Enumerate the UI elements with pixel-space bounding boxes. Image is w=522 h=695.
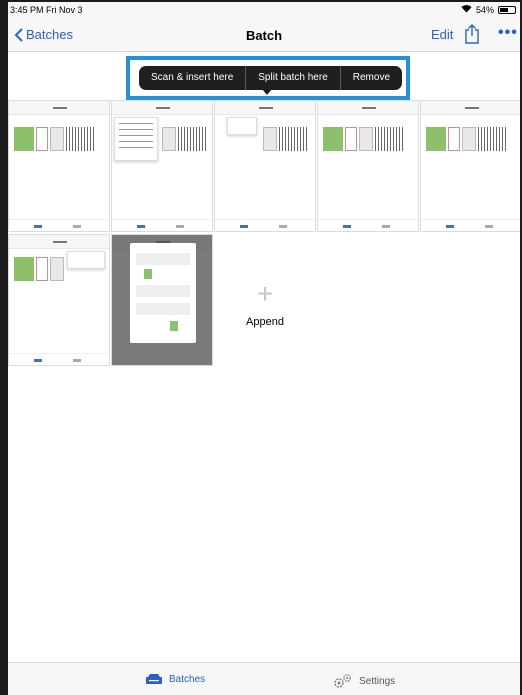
split-batch-menu-item[interactable]: Split batch here bbox=[246, 66, 340, 90]
page-thumbnail-5[interactable] bbox=[420, 100, 522, 232]
scanner-icon bbox=[146, 674, 162, 684]
append-label: Append bbox=[246, 316, 284, 328]
share-button[interactable] bbox=[464, 24, 480, 49]
append-button[interactable]: + Append bbox=[214, 234, 316, 366]
battery-percent: 54% bbox=[475, 5, 494, 15]
status-left: 3:45 PM Fri Nov 3 bbox=[10, 5, 83, 15]
remove-menu-item[interactable]: Remove bbox=[341, 66, 402, 90]
tab-settings-label: Settings bbox=[359, 675, 396, 687]
context-menu: Scan & insert here Split batch here Remo… bbox=[139, 66, 403, 90]
gears-icon bbox=[334, 674, 351, 688]
page-thumbnail-6[interactable] bbox=[8, 234, 110, 366]
back-button-label: Batches bbox=[26, 27, 73, 42]
tab-settings[interactable]: Settings bbox=[333, 673, 395, 689]
page-thumbnail-7[interactable] bbox=[111, 234, 213, 366]
navigation-bar: Batches Batch Edit ••• bbox=[8, 18, 520, 52]
tab-batches[interactable]: Batches bbox=[145, 673, 205, 685]
status-bar: 3:45 PM Fri Nov 3 54% bbox=[8, 2, 520, 18]
context-menu-arrow bbox=[262, 89, 272, 95]
page-thumbnail-4[interactable] bbox=[317, 100, 419, 232]
page-thumbnail-1[interactable] bbox=[8, 100, 110, 232]
scan-insert-menu-item[interactable]: Scan & insert here bbox=[139, 66, 245, 90]
status-time: 3:45 PM bbox=[10, 5, 44, 15]
status-right: 54% bbox=[461, 5, 516, 15]
more-button[interactable]: ••• bbox=[498, 24, 518, 42]
chevron-left-icon bbox=[14, 27, 23, 42]
edit-button[interactable]: Edit bbox=[431, 27, 453, 42]
wifi-icon bbox=[461, 5, 472, 15]
battery-fill bbox=[500, 8, 508, 12]
share-icon bbox=[465, 24, 479, 44]
page-thumbnail-2[interactable] bbox=[111, 100, 213, 232]
tab-batches-label: Batches bbox=[169, 673, 206, 685]
tab-bar: Batches Settings bbox=[8, 662, 520, 695]
back-button[interactable]: Batches bbox=[14, 27, 73, 42]
ellipsis-icon: ••• bbox=[498, 24, 518, 41]
page-thumbnail-3[interactable]: ✔ bbox=[214, 100, 316, 232]
status-date: Fri Nov 3 bbox=[46, 5, 83, 15]
plus-icon: + bbox=[256, 278, 274, 309]
battery-icon bbox=[498, 6, 516, 14]
